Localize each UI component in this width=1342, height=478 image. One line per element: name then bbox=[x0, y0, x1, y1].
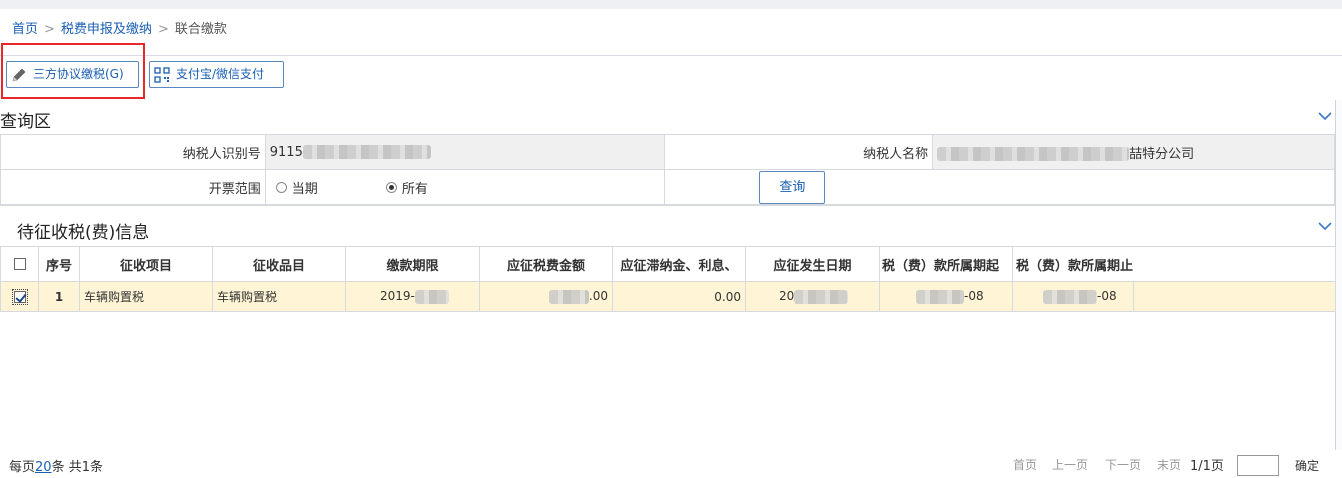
pending-tax-section-title: 待征收税(费)信息 bbox=[17, 223, 150, 243]
query-button-cell: 查询 bbox=[664, 169, 1335, 205]
row-empty-cell bbox=[1132, 281, 1337, 312]
column-header[interactable]: 应征滞纳金、利息、 bbox=[612, 246, 746, 282]
query-section-title: 查询区 bbox=[0, 112, 51, 132]
taxpayer-id-label: 纳税人识别号 bbox=[0, 134, 266, 170]
query-form: 纳税人识别号 9115 纳税人名称 喆特分公司 开票范围 当期 所有 查询 bbox=[0, 134, 1335, 205]
radio-all[interactable]: 所有 bbox=[385, 178, 428, 197]
radio-current-period[interactable]: 当期 bbox=[275, 178, 318, 197]
pending-tax-table: 序号 征收项目 征收品目 缴款期限 应征税费金额 应征滞纳金、利息、 应征发生日… bbox=[0, 246, 1337, 312]
radio-icon bbox=[275, 181, 287, 193]
total-count: 条 共1条 bbox=[51, 460, 103, 475]
row-tax-subitem: 车辆购置税 bbox=[212, 281, 346, 312]
qrcode-icon bbox=[154, 66, 170, 83]
breadcrumb-separator: > bbox=[44, 22, 55, 37]
row-period-start: -08 bbox=[879, 281, 1013, 312]
redacted-text bbox=[794, 289, 849, 304]
alipay-wechat-pay-button[interactable]: 支付宝/微信支付 bbox=[149, 61, 284, 88]
breadcrumb-tax-declaration[interactable]: 税费申报及缴纳 bbox=[61, 22, 152, 37]
invoice-range-options: 当期 所有 bbox=[264, 169, 666, 205]
row-date: 20 bbox=[745, 281, 880, 312]
column-header[interactable]: 征收品目 bbox=[212, 246, 346, 282]
per-page-link[interactable]: 20 bbox=[35, 460, 52, 475]
row-date-value: 20 bbox=[779, 289, 795, 304]
table-header-row: 序号 征收项目 征收品目 缴款期限 应征税费金额 应征滞纳金、利息、 应征发生日… bbox=[0, 246, 1337, 282]
pager-page-info: 1/1页 bbox=[1190, 459, 1224, 474]
pager-first[interactable]: 首页 bbox=[1013, 456, 1037, 473]
taxpayer-id-value: 9115 bbox=[269, 144, 303, 160]
per-page-prefix: 每页 bbox=[9, 460, 36, 475]
pencil-icon bbox=[12, 68, 26, 81]
breadcrumb-current: 联合缴款 bbox=[174, 22, 227, 37]
row-period-start-value: -08 bbox=[964, 289, 984, 304]
row-deadline: 2019- bbox=[345, 281, 480, 312]
column-header[interactable]: 应征税费金额 bbox=[479, 246, 613, 282]
redacted-text bbox=[548, 289, 589, 304]
three-way-agreement-pay-label: 三方协议缴税(G) bbox=[33, 67, 124, 81]
row-checkbox[interactable] bbox=[13, 290, 26, 303]
select-all-cell bbox=[0, 246, 39, 282]
column-header[interactable]: 税（费）款所属期起 bbox=[879, 246, 1013, 282]
row-tax-item: 车辆购置税 bbox=[79, 281, 213, 312]
radio-current-label: 当期 bbox=[291, 181, 318, 197]
column-header[interactable]: 税（费）款所属期止 bbox=[1011, 246, 1337, 282]
row-checkbox-cell bbox=[0, 281, 39, 312]
pager-last[interactable]: 末页 bbox=[1157, 456, 1181, 473]
radio-selected-icon bbox=[385, 181, 397, 193]
pager-next[interactable]: 下一页 bbox=[1105, 456, 1141, 473]
pager-summary: 每页20条 共1条 bbox=[9, 456, 103, 475]
chevron-down-icon[interactable] bbox=[1318, 111, 1332, 121]
page-jump-confirm-button[interactable]: 确定 bbox=[1295, 457, 1319, 474]
alipay-wechat-pay-label: 支付宝/微信支付 bbox=[176, 67, 265, 81]
redacted-text bbox=[302, 145, 431, 159]
breadcrumb-home[interactable]: 首页 bbox=[12, 22, 38, 37]
radio-all-label: 所有 bbox=[401, 181, 428, 197]
section-divider bbox=[0, 205, 1335, 206]
table-row[interactable]: 1 车辆购置税 车辆购置税 2019- .00 0.00 20 -08 -08 bbox=[0, 281, 1337, 312]
column-header[interactable]: 征收项目 bbox=[79, 246, 213, 282]
breadcrumb-separator: > bbox=[157, 22, 169, 37]
taxpayer-id-field: 9115 bbox=[264, 134, 666, 170]
redacted-text bbox=[937, 147, 1130, 161]
row-period-end-value: -08 bbox=[1097, 289, 1117, 304]
pager-prev[interactable]: 上一页 bbox=[1052, 456, 1088, 473]
row-index: 1 bbox=[38, 281, 80, 312]
taxpayer-name-label: 纳税人名称 bbox=[664, 134, 934, 170]
taxpayer-name-field: 喆特分公司 bbox=[932, 134, 1335, 170]
three-way-agreement-pay-button[interactable]: 三方协议缴税(G) bbox=[6, 61, 139, 88]
row-amount: .00 bbox=[479, 281, 613, 312]
column-header[interactable]: 缴款期限 bbox=[345, 246, 480, 282]
taxpayer-name-suffix: 喆特分公司 bbox=[1129, 146, 1195, 162]
column-header[interactable]: 序号 bbox=[38, 246, 80, 282]
breadcrumb: 首页 > 税费申报及缴纳 > 联合缴款 bbox=[12, 20, 227, 40]
redacted-text bbox=[414, 289, 449, 304]
row-late-fee: 0.00 bbox=[612, 281, 746, 312]
column-header[interactable]: 应征发生日期 bbox=[745, 246, 880, 282]
row-period-end: -08 bbox=[1012, 281, 1134, 312]
chevron-down-icon[interactable] bbox=[1318, 221, 1332, 231]
vertical-scrollbar[interactable] bbox=[1335, 100, 1342, 450]
query-button[interactable]: 查询 bbox=[759, 170, 826, 204]
page-jump-input[interactable] bbox=[1237, 455, 1279, 476]
redacted-text bbox=[1043, 289, 1097, 304]
redacted-text bbox=[916, 289, 964, 304]
row-deadline-value: 2019- bbox=[380, 289, 415, 304]
top-strip bbox=[0, 0, 1342, 9]
row-amount-value: .00 bbox=[588, 289, 608, 304]
select-all-checkbox[interactable] bbox=[13, 258, 26, 270]
invoice-range-label: 开票范围 bbox=[0, 169, 266, 205]
toolbar-divider bbox=[0, 55, 1342, 56]
